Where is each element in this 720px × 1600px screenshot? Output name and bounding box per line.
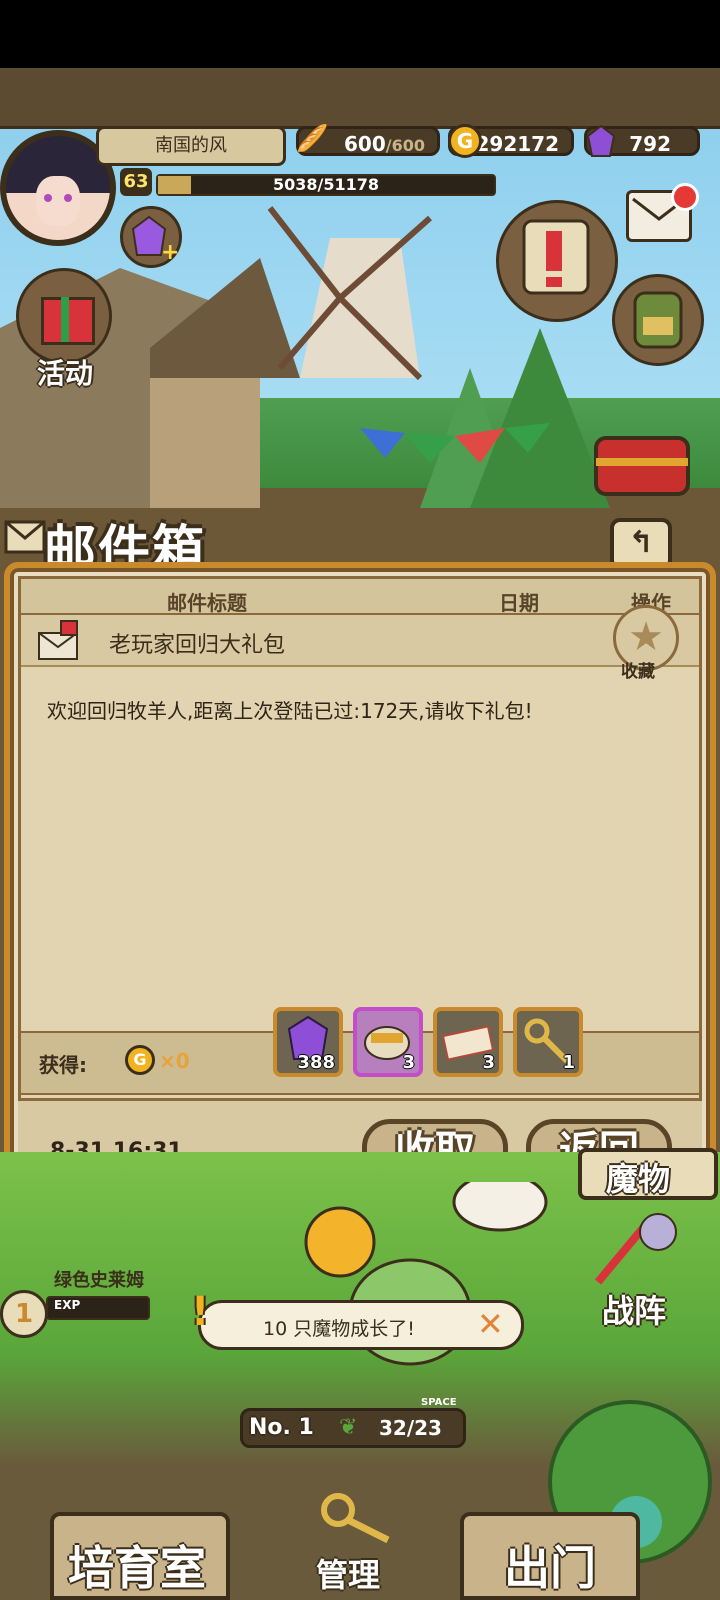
- bottom-nav: 培育室 管理 出门: [0, 1493, 720, 1600]
- buy-gem-button[interactable]: +: [120, 206, 182, 268]
- gold-coin-icon: G: [448, 124, 482, 158]
- stamina-max: /600: [385, 136, 425, 155]
- exclamation-icon: !: [191, 1289, 210, 1335]
- reward-ticket[interactable]: 3: [433, 1007, 503, 1077]
- mail-subject-bar: 老玩家回归大礼包: [21, 615, 699, 667]
- sprout-icon: ❦: [339, 1415, 358, 1440]
- events-button[interactable]: 活动: [10, 268, 118, 390]
- reward-count: 3: [402, 1052, 415, 1073]
- manage-label: 管理: [316, 1556, 381, 1594]
- header-date: 日期: [499, 591, 539, 615]
- stamina-display[interactable]: 600/600 🥖: [296, 124, 440, 156]
- obtain-label: 获得:: [39, 1053, 87, 1077]
- formation-button[interactable]: 战阵: [578, 1202, 718, 1342]
- space-label: SPACE: [421, 1397, 457, 1408]
- close-icon[interactable]: ✕: [477, 1305, 504, 1343]
- reward-count: 388: [297, 1052, 335, 1073]
- gold-obtain-count: ×0: [159, 1049, 190, 1073]
- monster-exp-label: EXP: [54, 1298, 81, 1312]
- monster-button[interactable]: 魔物: [578, 1148, 718, 1200]
- gem-display[interactable]: 792: [584, 124, 700, 157]
- growth-notice: ! 10 只魔物成长了! ✕: [191, 1289, 524, 1350]
- monster-info[interactable]: 绿色史莱姆 1 EXP: [0, 1266, 160, 1346]
- player-name: 南国的风: [96, 126, 286, 166]
- exp-bar: EXP 5038/51178: [156, 174, 496, 196]
- keys-icon: [321, 1493, 390, 1544]
- mail-content-area: 邮件标题 日期 操作 老玩家回归大礼包 ★ 收藏 欢迎回归牧羊人,距离上次登陆已…: [18, 576, 702, 1136]
- exit-label: 出门: [504, 1541, 596, 1595]
- svg-text:+: +: [161, 240, 179, 265]
- notification-dot: [671, 183, 699, 211]
- reward-count: 3: [482, 1052, 495, 1073]
- gift-icon: [16, 268, 112, 364]
- monster-level: 1: [0, 1290, 48, 1338]
- swords-icon: [594, 1213, 677, 1285]
- monsters-scene: [304, 1182, 548, 1366]
- exit-button[interactable]: 出门: [460, 1512, 640, 1600]
- purple-gem-icon: [586, 124, 616, 157]
- quest-button[interactable]: [496, 200, 618, 322]
- notice-text: 10 只魔物成长了!: [263, 1318, 415, 1340]
- top-bar: [0, 68, 720, 129]
- monster-exp-bar: EXP: [46, 1296, 150, 1320]
- nursery-button[interactable]: 培育室: [50, 1512, 230, 1600]
- manage-button[interactable]: 管理: [288, 1480, 428, 1600]
- reward-count: 1: [562, 1052, 575, 1073]
- stamina-current: 600: [344, 132, 386, 156]
- avatar: [6, 136, 110, 240]
- monster-label: 魔物: [606, 1160, 671, 1198]
- favorite-label: 收藏: [621, 662, 655, 682]
- reward-gem[interactable]: 388: [273, 1007, 343, 1077]
- nursery-label: 培育室: [68, 1541, 206, 1595]
- exp-text: 5038/51178: [272, 175, 380, 194]
- bread-icon: 🥖: [296, 124, 329, 154]
- title-envelope-icon: [4, 520, 46, 554]
- events-label: 活动: [36, 357, 93, 390]
- space-value: 32/23: [379, 1416, 442, 1440]
- gem-plus-icon: +: [131, 215, 179, 265]
- reward-tea[interactable]: 3: [353, 1007, 423, 1077]
- player-level: 63: [120, 168, 152, 196]
- mail-list-header: 邮件标题 日期 操作: [21, 579, 699, 615]
- mailbox-dialog: 邮件箱 ↰ 邮件标题 日期 操作 老玩家回归大礼包 ★ 收藏 欢迎回归牧羊人,距…: [4, 500, 716, 1220]
- game-screen: 南国的风 63 EXP 5038/51178 600/600 🥖 292172 …: [0, 68, 720, 1600]
- header-title: 邮件标题: [167, 591, 247, 615]
- monster-name: 绿色史莱姆: [54, 1270, 144, 1291]
- favorite-button[interactable]: ★ 收藏: [613, 605, 679, 691]
- gold-coin-icon: G: [125, 1045, 155, 1075]
- backpack-icon: [633, 291, 683, 349]
- mail-subject: 老玩家回归大礼包: [109, 633, 286, 658]
- mail-button[interactable]: [626, 183, 699, 242]
- scroll-icon: [522, 219, 590, 295]
- space-counter: No. 1 ❦ 32/23 SPACE: [240, 1397, 466, 1448]
- status-bar: [0, 0, 720, 68]
- rank-label: No. 1: [249, 1415, 314, 1440]
- gift-mail-icon: [38, 620, 78, 660]
- gold-display[interactable]: 292172 G: [448, 124, 574, 158]
- reward-key[interactable]: 1: [513, 1007, 583, 1077]
- treasure-chest-icon[interactable]: [586, 418, 696, 498]
- bag-button[interactable]: [612, 274, 704, 366]
- mail-body: 欢迎回归牧羊人,距离上次登陆已过:172天,请收下礼包!: [47, 699, 533, 723]
- formation-label: 战阵: [602, 1292, 667, 1330]
